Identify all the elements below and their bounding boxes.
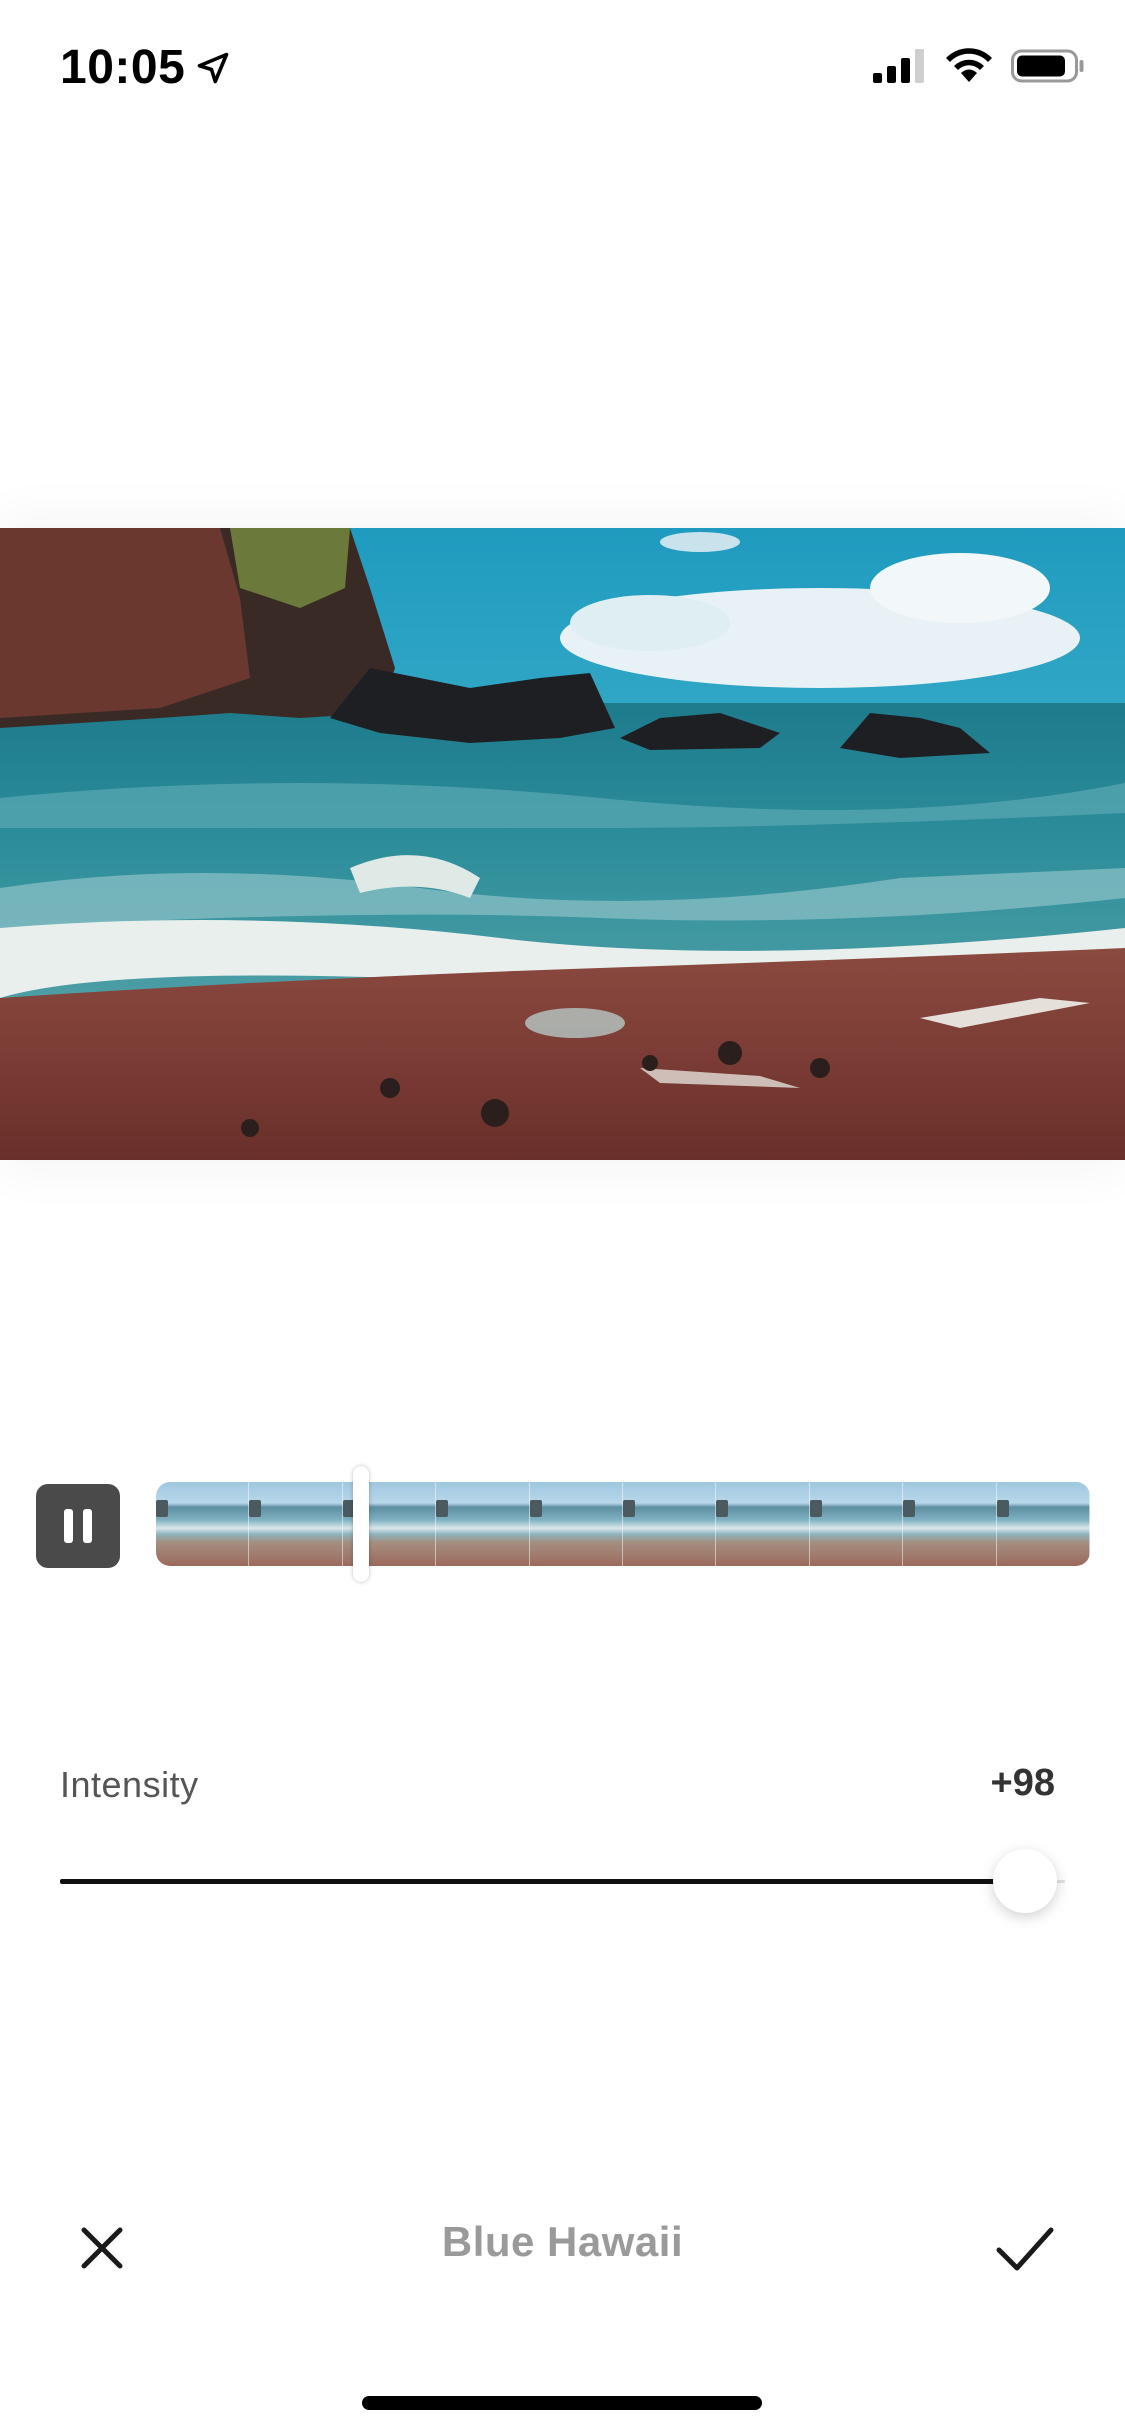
status-time: 10:05	[60, 41, 186, 94]
timeline-frame	[903, 1482, 997, 1566]
timeline-frame	[529, 1482, 624, 1566]
pause-icon	[64, 1509, 73, 1543]
status-bar: 10:05	[0, 0, 1125, 140]
timeline-frame	[436, 1482, 530, 1566]
status-time-group: 10:05	[60, 40, 231, 95]
intensity-value: +98	[990, 1762, 1055, 1804]
filter-name: Blue Hawaii	[441, 2218, 684, 2265]
timeline-frame	[809, 1482, 904, 1566]
beach-waves-image	[0, 528, 1125, 1160]
status-icons	[873, 48, 1085, 84]
checkmark-icon	[996, 2227, 1054, 2271]
video-timeline[interactable]	[156, 1482, 1090, 1566]
intensity-slider-fill	[60, 1879, 1025, 1884]
timeline-frame	[996, 1482, 1090, 1566]
wifi-icon	[946, 48, 992, 82]
home-indicator	[362, 2396, 762, 2410]
playhead-handle[interactable]	[353, 1466, 370, 1582]
intensity-slider-thumb[interactable]	[993, 1849, 1057, 1913]
pause-button[interactable]	[36, 1484, 120, 1568]
timeline-frame	[249, 1482, 343, 1566]
location-arrow-icon	[197, 52, 229, 83]
intensity-label: Intensity	[60, 1764, 199, 1805]
battery-icon	[1011, 49, 1084, 83]
filter-editor-screen: 10:05 Intensity +98 Blue Hawaii	[0, 0, 1125, 2436]
timeline-frame	[716, 1482, 810, 1566]
cellular-signal-icon	[873, 49, 924, 83]
pause-icon-bar	[83, 1509, 92, 1543]
intensity-slider[interactable]	[60, 1849, 1065, 1913]
timeline-frame	[623, 1482, 717, 1566]
confirm-button[interactable]	[980, 2204, 1070, 2294]
video-preview	[0, 528, 1125, 1160]
timeline-frame	[156, 1482, 250, 1566]
